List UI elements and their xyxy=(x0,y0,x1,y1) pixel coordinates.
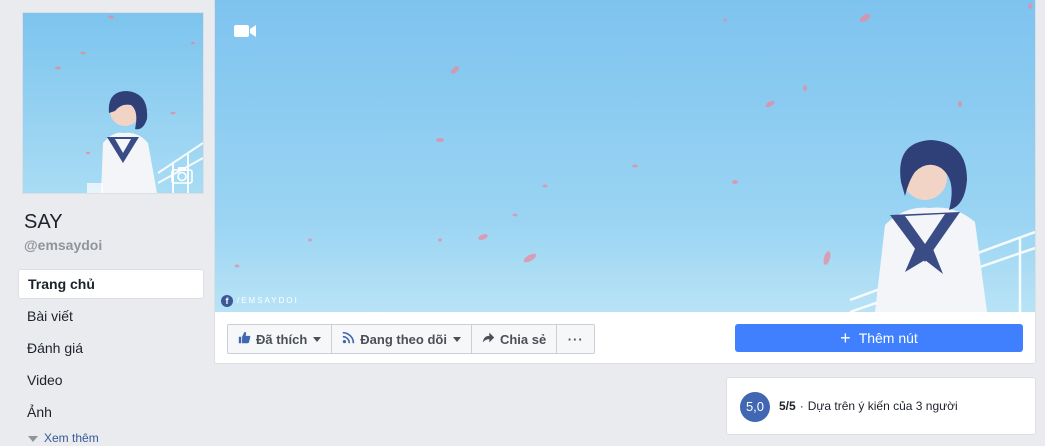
following-label: Đang theo dõi xyxy=(360,331,447,347)
watermark-text: /EMSAYDOI xyxy=(237,296,299,305)
cover-photo[interactable] xyxy=(215,0,1035,312)
caret-down-icon xyxy=(313,336,322,342)
chevron-down-icon xyxy=(28,435,38,442)
nav-item-label: Bài viết xyxy=(27,308,73,324)
nav-item-videos[interactable]: Video xyxy=(18,365,204,395)
rating-description: Dựa trên ý kiến của 3 người xyxy=(807,399,958,413)
rating-score: 5/5 xyxy=(779,399,796,413)
rating-separator: · xyxy=(799,399,804,413)
cover-illustration xyxy=(215,0,1035,312)
rating-badge: 5,0 xyxy=(740,392,770,422)
caret-down-icon xyxy=(452,336,461,342)
see-more-label: Xem thêm xyxy=(44,431,99,445)
nav-item-posts[interactable]: Bài viết xyxy=(18,301,204,331)
camera-icon[interactable] xyxy=(170,165,194,185)
nav-item-label: Video xyxy=(27,372,63,388)
liked-button[interactable]: Đã thích xyxy=(228,325,333,353)
nav-item-home[interactable]: Trang chủ xyxy=(18,269,204,299)
nav-item-label: Trang chủ xyxy=(28,276,95,292)
page-username[interactable]: @emsaydoi xyxy=(24,237,102,253)
nav-item-label: Đánh giá xyxy=(27,340,84,356)
more-options-button[interactable]: ··· xyxy=(557,325,594,353)
facebook-logo-icon: f xyxy=(221,295,233,307)
page-title: SAY xyxy=(24,211,63,233)
video-camera-icon[interactable] xyxy=(233,22,257,40)
following-button[interactable]: Đang theo dõi xyxy=(332,325,472,353)
add-button[interactable]: + Thêm nút xyxy=(735,324,1023,352)
liked-label: Đã thích xyxy=(256,331,308,347)
share-arrow-icon xyxy=(482,331,495,347)
see-more-link[interactable]: Xem thêm xyxy=(28,430,99,446)
rss-icon xyxy=(342,331,355,347)
nav-item-label: Ảnh xyxy=(27,404,52,420)
plus-icon: + xyxy=(840,328,851,348)
rating-summary[interactable]: 5/5 · Dựa trên ý kiến của 3 người xyxy=(779,398,958,414)
cover-watermark: f /EMSAYDOI xyxy=(221,294,299,308)
nav-item-reviews[interactable]: Đánh giá xyxy=(18,333,204,363)
more-dots-icon: ··· xyxy=(567,331,584,347)
share-label: Chia sẻ xyxy=(499,331,547,347)
share-button[interactable]: Chia sẻ xyxy=(472,325,558,353)
nav-item-photos[interactable]: Ảnh xyxy=(18,397,204,427)
add-button-label: Thêm nút xyxy=(858,330,918,346)
thumbs-up-icon xyxy=(238,331,251,347)
page-action-buttons: Đã thích Đang theo dõi Chia sẻ ··· xyxy=(227,324,596,354)
